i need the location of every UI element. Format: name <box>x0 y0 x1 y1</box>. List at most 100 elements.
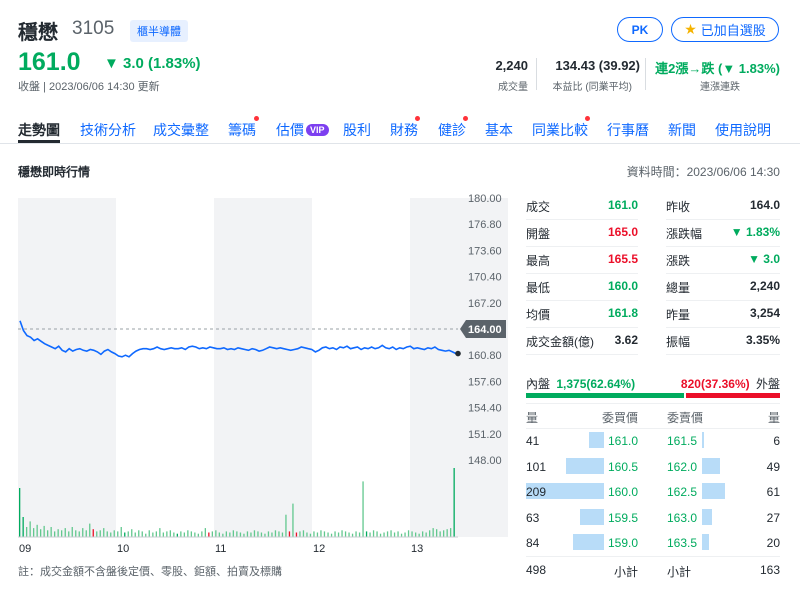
watchlist-button[interactable]: ★ 已加自選股 <box>671 17 779 42</box>
volume-bar <box>320 530 322 537</box>
star-icon: ★ <box>684 21 697 37</box>
outer-bar <box>686 393 780 398</box>
tab-trades[interactable]: 成交彙整 <box>153 120 209 140</box>
y-tick-label: 148.00 <box>468 455 502 467</box>
tab-peer-compare[interactable]: 同業比較 <box>532 120 588 140</box>
volume-bar <box>229 532 231 537</box>
volume-bar <box>299 531 301 537</box>
stat-pe-value: 134.43 (39.92) <box>555 58 640 73</box>
volume-bar <box>250 532 252 537</box>
quote-value: 161.8 <box>607 306 638 320</box>
quote-value: 165.0 <box>607 225 638 239</box>
tab-chips[interactable]: 籌碼 <box>228 120 256 140</box>
x-tick-label: 09 <box>19 543 31 555</box>
tab-news[interactable]: 新聞 <box>668 120 696 140</box>
inner-value: 1,375(62.64%) <box>556 377 636 391</box>
volume-bar <box>92 529 94 537</box>
volume-bar <box>180 531 182 537</box>
tab-dividend[interactable]: 股利 <box>343 120 371 140</box>
quote-value: 2,240 <box>749 279 780 293</box>
stock-code: 3105 <box>72 18 115 39</box>
volume-bar <box>365 531 368 537</box>
prev-close-tag-label: 164.00 <box>468 324 502 336</box>
volume-bar <box>148 530 150 537</box>
volume-bar <box>436 529 438 537</box>
volume-bar <box>110 532 112 537</box>
tab-health[interactable]: 健診 <box>438 120 466 140</box>
volume-bar <box>278 531 280 537</box>
volume-bar <box>236 531 238 537</box>
pk-label: PK <box>631 22 649 37</box>
ask-total-label: 小計 <box>667 565 692 579</box>
ask-price[interactable]: 161.5 <box>667 434 697 448</box>
volume-bar <box>127 531 129 537</box>
volume-bar <box>302 530 305 537</box>
volume-bar <box>204 528 206 537</box>
ask-price[interactable]: 162.0 <box>667 460 697 474</box>
intraday-chart[interactable]: 180.00 176.80 173.60 170.40 167.20 164.00 160.… <box>0 190 515 560</box>
quote-label: 均價 <box>526 308 551 322</box>
volume-bar <box>152 532 154 537</box>
ask-depth-bar <box>702 458 720 474</box>
tab-calendar[interactable]: 行事曆 <box>607 120 649 140</box>
volume-bar <box>344 531 347 537</box>
ask-price[interactable]: 163.5 <box>667 536 697 550</box>
volume-bar <box>411 531 413 537</box>
x-tick-label: 13 <box>411 543 423 555</box>
bid-price[interactable]: 159.5 <box>598 511 638 525</box>
ask-price[interactable]: 163.0 <box>667 511 697 525</box>
quote-label: 最高 <box>526 254 551 268</box>
tab-help[interactable]: 使用說明 <box>715 120 771 140</box>
volume-bar <box>166 531 168 537</box>
volume-bar <box>40 529 42 537</box>
volume-bar <box>54 531 56 537</box>
tab-technical[interactable]: 技術分析 <box>80 120 136 140</box>
active-tab-underline <box>18 140 60 143</box>
volume-bar <box>120 527 122 537</box>
sector-badge[interactable]: 櫃半導體 <box>130 20 188 42</box>
bid-price[interactable]: 159.0 <box>598 536 638 550</box>
bid-price[interactable]: 160.0 <box>598 485 638 499</box>
volume-bar <box>26 527 28 537</box>
x-tick-label: 11 <box>215 543 226 555</box>
volume-bar <box>89 523 91 537</box>
bid-price[interactable]: 160.5 <box>598 460 638 474</box>
tab-basic[interactable]: 基本 <box>485 120 513 140</box>
volume-bar <box>43 525 45 537</box>
volume-bar <box>257 531 259 537</box>
ask-volume: 27 <box>766 511 780 525</box>
quote-label: 總量 <box>666 281 691 295</box>
volume-bar <box>57 529 59 537</box>
volume-bar <box>397 531 399 537</box>
volume-bar <box>138 530 140 537</box>
volume-bar <box>246 531 249 537</box>
quote-value: 165.5 <box>607 252 638 266</box>
ask-depth-bar <box>702 534 709 550</box>
quote-value: 3,254 <box>749 306 780 320</box>
volume-bar <box>348 532 350 537</box>
quote-label: 昨量 <box>666 308 691 322</box>
volume-bar <box>113 530 115 537</box>
tab-chart[interactable]: 走勢圖 <box>18 120 60 140</box>
ask-price[interactable]: 162.5 <box>667 485 697 499</box>
volume-bar <box>225 531 227 537</box>
y-tick-label: 167.20 <box>468 298 502 310</box>
volume-bar <box>50 527 52 537</box>
tab-valuation[interactable]: 估價 VIP <box>276 120 329 140</box>
volume-bar <box>306 532 308 537</box>
quote-label: 成交 <box>526 200 551 214</box>
bid-volume: 84 <box>526 536 540 550</box>
volume-bar <box>274 530 277 537</box>
outer-label: 外盤 <box>755 377 780 391</box>
bid-price[interactable]: 161.0 <box>598 434 638 448</box>
volume-bar <box>260 532 263 537</box>
pk-button[interactable]: PK <box>617 17 663 42</box>
volume-bar <box>288 531 291 537</box>
volume-bar <box>355 531 357 537</box>
volume-bar <box>33 528 35 537</box>
stat-volume-value: 2,240 <box>495 58 528 73</box>
inner-bar <box>526 393 684 398</box>
tab-financial[interactable]: 財務 <box>390 120 418 140</box>
volume-bar <box>117 531 119 537</box>
volume-bar <box>239 532 242 537</box>
